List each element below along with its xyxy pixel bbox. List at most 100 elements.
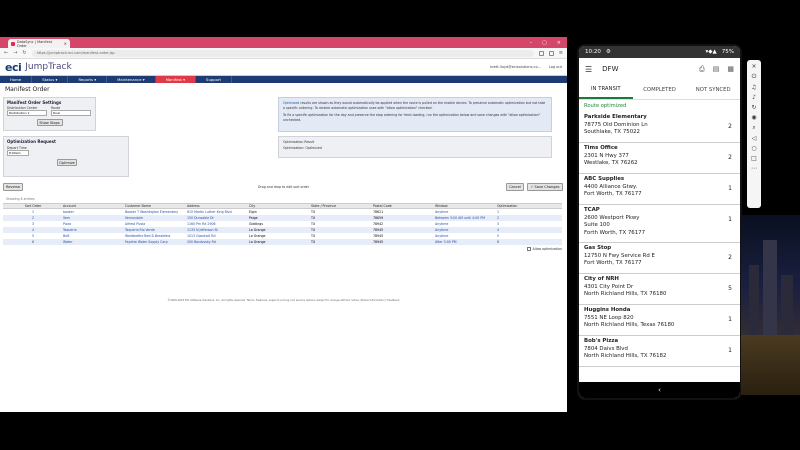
browser-tab[interactable]: DataSync | Manifest Order × [8,39,70,48]
nav-maintenance[interactable]: Maintenance ▾ [107,76,156,83]
close-tab-icon[interactable]: × [64,41,67,46]
info-line1: results are shown as they would automati… [283,101,546,110]
col-account[interactable]: Account [63,204,125,208]
emulator-toolbar: × ⏻ ♫ ♪ ↻ ◉ ⌕ ◁ ○ □ ⋯ [747,60,761,208]
sort-cell[interactable]: 3 [3,222,63,226]
address-cell: 1135 N Jefferson St [187,228,218,232]
col-customer[interactable]: Customer Name [125,204,187,208]
customer-cell: Vernondale [125,216,143,220]
user-email[interactable]: brett.lloyd@ecisolutions.co... [490,65,541,69]
table-row[interactable]: 6 Water Fayette Water Supply Corp 200 Bordo… [3,239,562,245]
gear-icon: ⚙ [605,49,611,55]
forward-icon[interactable]: → [13,50,17,56]
camera-icon[interactable]: ◉ [751,114,756,121]
state-cell: TX [311,234,316,238]
sort-cell[interactable]: 1 [3,210,63,214]
stop-item[interactable]: ABC Supplies 4400 Alliance Gtwy. Fort Wort… [579,174,740,205]
sort-cell[interactable]: 4 [3,228,63,232]
nav-status[interactable]: Status ▾ [32,76,69,83]
back-icon[interactable]: ← [4,50,8,56]
reload-icon[interactable]: ↻ [22,50,26,56]
back-nav-icon[interactable]: ‹ [658,386,661,394]
dist-select[interactable]: Distribution 1 [7,110,47,116]
home-icon[interactable]: ○ [751,145,756,152]
stop-item[interactable]: City of NRH 4301 City Point Dr North Richl… [579,274,740,305]
grid-icon[interactable]: ▦ [727,65,734,74]
signal-icon: ▾◆▲ [705,49,717,55]
nav-support[interactable]: Support [196,76,233,83]
nav-manifest[interactable]: Manifest ▾ [155,76,197,83]
logout-link[interactable]: Log out [549,65,562,69]
nav-reports[interactable]: Reports ▾ [68,76,108,83]
stop-name: Bob's Pizza [584,338,619,344]
minimize-icon[interactable]: – [530,40,533,46]
show-stops-button[interactable]: Show Stops [36,119,63,126]
volume-down-icon[interactable]: ♪ [752,94,756,101]
stop-item[interactable]: Gas Stop 12750 N Fwy Service Rd E Fort Wor… [579,243,740,274]
reverse-button[interactable]: Reverse [3,183,23,191]
stop-item-count: 1 [728,316,732,323]
stop-item[interactable]: TCAP 2600 Westport Pkwy Suite 100 Forth Wor… [579,205,740,243]
close-icon[interactable]: × [751,63,756,70]
stop-item[interactable]: Parkside Elementary 78775 Old Dominion Ln… [579,112,740,143]
state-cell: TX [311,240,316,244]
close-window-icon[interactable]: × [557,40,561,46]
url-input[interactable]: https://jumptrack.eci.com/manifest-order… [31,49,534,57]
volume-up-icon[interactable]: ♫ [751,84,756,91]
col-city[interactable]: City [249,204,311,208]
zoom-icon[interactable]: ⌕ [752,124,755,132]
depart-input[interactable]: 8:00am [7,150,29,156]
tab-in-transit[interactable]: IN TRANSIT [579,80,633,99]
main-nav: Home Status ▾ Reports ▾ Maintenance ▾ Ma… [0,76,567,83]
opt-result-heading: Optimization Result [283,140,315,144]
settings-heading: Manifest Order Settings [7,100,62,105]
sort-cell[interactable]: 5 [3,234,63,238]
col-postal[interactable]: Postal Code [373,204,435,208]
maximize-icon[interactable]: ▢ [542,40,547,46]
more-icon[interactable]: ⋯ [751,165,757,172]
overview-icon[interactable]: □ [751,155,757,162]
stop-address-line: Fort Worth, TX 76177 [584,191,642,197]
col-optimization[interactable]: Optimization [497,204,557,208]
rotate-icon[interactable]: ↻ [751,104,756,111]
power-icon[interactable]: ⏻ [752,73,757,81]
optimize-button[interactable]: Optimize [57,159,77,166]
stop-item-count: 2 [728,254,732,261]
allow-opt-checkbox[interactable] [526,247,531,251]
col-state[interactable]: State / Province [311,204,373,208]
user-area: brett.lloyd@ecisolutions.co... Log out [490,65,562,69]
stop-item[interactable]: Huggins Honda 7551 NE Loop 820 North Richl… [579,305,740,336]
hamburger-menu-icon[interactable]: ☰ [585,65,592,74]
nav-home[interactable]: Home [0,76,33,83]
tab-not-synced[interactable]: NOT SYNCED [686,80,740,99]
bookmark-icon[interactable] [538,50,544,56]
stop-name: Gas Stop [584,245,612,251]
print-icon[interactable]: ⎙ [699,65,705,74]
stop-address-line: 78775 Old Dominion Ln [584,121,648,128]
browser-window: DataSync | Manifest Order × – ▢ × ← → ↻ … [0,37,567,412]
postal-cell: 78945 [373,234,384,238]
sort-cell[interactable]: 6 [3,240,63,244]
tab-completed[interactable]: COMPLETED [633,80,687,99]
cancel-button[interactable]: Cancel [506,183,524,191]
col-window[interactable]: Window [435,204,497,208]
stop-name: City of NRH [584,276,619,282]
optimization-cell: 2 [497,216,500,220]
back-icon[interactable]: ◁ [752,135,757,142]
battery-level: 75% [721,49,734,55]
stop-item[interactable]: Bob's Pizza 7804 Daivs Blvd North Richland… [579,336,740,367]
city-cell: Elgin [249,210,257,214]
sort-cell[interactable]: 2 [3,216,63,220]
stop-address-line: Southlake, TX 75022 [584,129,640,135]
save-changes-button[interactable]: ✓ Save Changes [527,183,563,191]
stop-name: Parkside Elementary [584,114,647,120]
col-sort-order[interactable]: Sort Order [3,204,63,208]
stop-item[interactable]: Tims Office 2301 N Hwy 377 Westlake, TX 76… [579,143,740,174]
menu-icon[interactable]: ≡ [559,50,563,56]
col-address[interactable]: Address [187,204,249,208]
route-select[interactable]: Dual [51,110,91,116]
customer-cell: Fayette Water Supply Corp [125,240,168,244]
extensions-icon[interactable] [548,50,554,56]
stops-table: Sort Order Account Customer Name Address… [3,203,562,251]
clipboard-icon[interactable]: ▤ [713,65,720,74]
